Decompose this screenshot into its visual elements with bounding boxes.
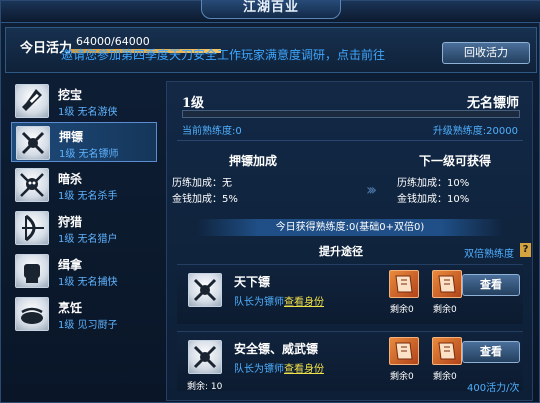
job-name: 挖宝 [58, 88, 83, 102]
route-item: 天下镖 队长为镖师查看身份 剩余0 剩余0 查看 [177, 264, 523, 324]
job-level: 1级 无名猎户 [58, 234, 118, 245]
book-icon[interactable] [389, 270, 419, 298]
book-icon[interactable] [389, 337, 419, 365]
job-name: 狩猎 [58, 215, 83, 229]
double-exp-label: 双倍熟练度 [464, 249, 514, 260]
exp-progress-bar [182, 110, 520, 118]
route-remain: 剩余: 10 [187, 382, 223, 392]
bow-icon [15, 211, 49, 245]
double-arrow-icon: ››› [366, 180, 377, 199]
crossed-swords-icon [188, 273, 222, 307]
job-level: 1级 无名游侠 [58, 107, 118, 118]
view-route-button[interactable]: 查看 [462, 341, 520, 363]
job-item-arrest[interactable]: 缉拿 1级 无名捕快 [11, 251, 157, 291]
rank-label: 无名镖师 [466, 96, 519, 111]
job-level: 1级 无名镖师 [59, 149, 119, 160]
path-title: 提升途径 [319, 245, 363, 258]
job-item-treasure[interactable]: 挖宝 1级 无名游侠 [11, 81, 157, 121]
job-level: 1级 见习厨子 [58, 320, 118, 331]
next-bonus-row: 历练加成：10% [397, 178, 470, 189]
route-name: 安全镖、威武镖 [234, 342, 319, 356]
level-label: 1级 [182, 96, 205, 111]
game-window: 江湖百业 今日活力 64000/64000 邀请您参加第四季度天刀安全工作玩家满… [0, 0, 540, 403]
title-bar: 江湖百业 [1, 0, 540, 23]
job-name: 烹饪 [58, 301, 83, 315]
view-route-button[interactable]: 查看 [462, 274, 520, 296]
view-identity-link[interactable]: 查看身份 [284, 297, 324, 308]
book-remain: 剩余0 [390, 305, 414, 315]
next-bonus-title: 下一级可获得 [419, 154, 492, 168]
current-bonus-row: 历练加成：无 [172, 178, 232, 189]
route-name: 天下镖 [234, 275, 271, 289]
route-item: 剩余: 10 安全镖、威武镖 队长为镖师查看身份 剩余0 剩余0 查看 400活… [177, 331, 523, 394]
recycle-vitality-button[interactable]: 回收活力 [442, 42, 530, 64]
job-list: 挖宝 1级 无名游侠 押镖 1级 无名镖师 暗杀 1级 无名杀手 狩猎 1级 无… [11, 81, 157, 401]
book-icon[interactable] [432, 270, 462, 298]
book-remain: 剩余0 [433, 372, 457, 382]
help-icon[interactable]: ? [520, 243, 531, 257]
skull-daggers-icon [15, 168, 49, 202]
pot-icon [15, 297, 49, 331]
shovel-icon [15, 84, 49, 118]
current-bonus-row: 金钱加成：5% [172, 194, 238, 205]
book-icon[interactable] [432, 337, 462, 365]
survey-notice-link[interactable]: 邀请您参加第四季度天刀安全工作玩家满意度调研，点击前往 [61, 46, 385, 63]
job-item-assassin[interactable]: 暗杀 1级 无名杀手 [11, 165, 157, 205]
job-detail-panel: 1级 无名镖师 当前熟练度:0 升级熟练度:20000 押镖加成 下一级可获得 … [166, 81, 533, 401]
divider [177, 140, 523, 141]
route-note: 队长为镖师查看身份 [234, 360, 324, 375]
job-name: 押镖 [59, 130, 84, 144]
crossed-swords-icon [188, 340, 222, 374]
window-title: 江湖百业 [201, 0, 341, 19]
current-bonus-title: 押镖加成 [229, 154, 278, 168]
job-item-escort[interactable]: 押镖 1级 无名镖师 [11, 122, 157, 162]
book-remain: 剩余0 [433, 305, 457, 315]
upgrade-exp: 升级熟练度:20000 [432, 126, 518, 137]
vitality-cost: 400活力/次 [467, 383, 520, 394]
current-exp: 当前熟练度:0 [182, 126, 242, 137]
crossed-swords-icon [16, 126, 50, 160]
daily-exp-bar: 今日获得熟练度:0(基础0+双倍0) [197, 219, 503, 236]
book-remain: 剩余0 [390, 372, 414, 382]
job-item-cooking[interactable]: 烹饪 1级 见习厨子 [11, 294, 157, 334]
job-level: 1级 无名杀手 [58, 191, 118, 202]
job-name: 缉拿 [58, 258, 83, 272]
route-note: 队长为镖师查看身份 [234, 293, 324, 308]
fist-icon [15, 254, 49, 288]
vitality-bar: 今日活力 64000/64000 邀请您参加第四季度天刀安全工作玩家满意度调研，… [5, 27, 537, 73]
view-identity-link[interactable]: 查看身份 [284, 364, 324, 375]
next-bonus-row: 金钱加成：10% [397, 194, 470, 205]
route-note-text: 队长为镖师 [234, 364, 284, 375]
job-item-hunter[interactable]: 狩猎 1级 无名猎户 [11, 208, 157, 248]
route-note-text: 队长为镖师 [234, 297, 284, 308]
job-name: 暗杀 [58, 172, 83, 186]
job-level: 1级 无名捕快 [58, 277, 118, 288]
